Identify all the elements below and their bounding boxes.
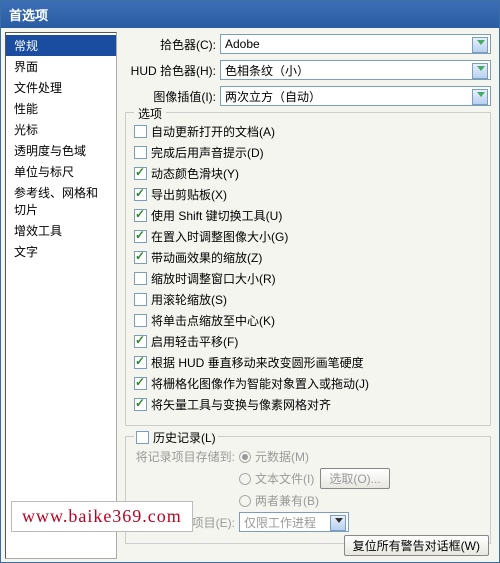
color-picker-label: 拾色器(C): xyxy=(125,36,220,53)
option-checkbox-10[interactable] xyxy=(134,335,147,348)
history-edit-select: 仅限工作进程 xyxy=(239,512,349,532)
sidebar-item-file-handling[interactable]: 文件处理 xyxy=(6,77,116,98)
image-interp-select[interactable]: 两次立方（自动） xyxy=(220,86,491,106)
radio-both-label: 两者兼有(B) xyxy=(255,492,319,509)
sidebar-item-performance[interactable]: 性能 xyxy=(6,98,116,119)
color-picker-value: Adobe xyxy=(225,37,260,51)
history-edit-value: 仅限工作进程 xyxy=(244,514,316,531)
option-label-12: 将栅格化图像作为智能对象置入或拖动(J) xyxy=(151,375,369,392)
option-label-3: 导出剪贴板(X) xyxy=(151,186,227,203)
option-label-2: 动态颜色滑块(Y) xyxy=(151,165,239,182)
history-save-label: 将记录项目存储到: xyxy=(134,448,239,465)
chevron-down-icon xyxy=(477,92,485,97)
color-picker-select[interactable]: Adobe xyxy=(220,34,491,54)
sidebar-item-general[interactable]: 常规 xyxy=(6,35,116,56)
category-sidebar: 常规 界面 文件处理 性能 光标 透明度与色域 单位与标尺 参考线、网格和切片 … xyxy=(5,32,117,559)
radio-textfile-label: 文本文件(I) xyxy=(255,470,314,487)
image-interp-value: 两次立方（自动） xyxy=(225,88,321,105)
chevron-down-icon xyxy=(335,518,343,523)
option-label-11: 根据 HUD 垂直移动来改变圆形画笔硬度 xyxy=(151,354,364,371)
history-legend-label: 历史记录(L) xyxy=(153,429,216,446)
option-label-7: 缩放时调整窗口大小(R) xyxy=(151,270,276,287)
option-checkbox-4[interactable] xyxy=(134,209,147,222)
sidebar-item-type[interactable]: 文字 xyxy=(6,241,116,262)
options-fieldset: 选项 自动更新打开的文档(A)完成后用声音提示(D)动态颜色滑块(Y)导出剪贴板… xyxy=(125,112,491,426)
image-interp-label: 图像插值(I): xyxy=(125,88,220,105)
radio-metadata-label: 元数据(M) xyxy=(255,448,309,465)
option-checkbox-13[interactable] xyxy=(134,398,147,411)
radio-metadata xyxy=(239,451,251,463)
option-checkbox-3[interactable] xyxy=(134,188,147,201)
option-checkbox-2[interactable] xyxy=(134,167,147,180)
reset-warnings-button[interactable]: 复位所有警告对话框(W) xyxy=(344,535,489,556)
option-label-0: 自动更新打开的文档(A) xyxy=(151,123,275,140)
options-legend: 选项 xyxy=(134,105,166,122)
choose-button: 选取(O)... xyxy=(320,468,389,489)
option-label-8: 用滚轮缩放(S) xyxy=(151,291,227,308)
option-checkbox-1[interactable] xyxy=(134,146,147,159)
title-bar: 首选项 xyxy=(1,1,499,28)
option-checkbox-7[interactable] xyxy=(134,272,147,285)
watermark: www.baike369.com xyxy=(11,501,193,532)
option-checkbox-9[interactable] xyxy=(134,314,147,327)
option-checkbox-8[interactable] xyxy=(134,293,147,306)
sidebar-item-cursors[interactable]: 光标 xyxy=(6,119,116,140)
hud-picker-select[interactable]: 色相条纹（小） xyxy=(220,60,491,80)
sidebar-item-interface[interactable]: 界面 xyxy=(6,56,116,77)
radio-textfile xyxy=(239,473,251,485)
option-checkbox-5[interactable] xyxy=(134,230,147,243)
chevron-down-icon xyxy=(477,40,485,45)
option-label-6: 带动画效果的缩放(Z) xyxy=(151,249,262,266)
chevron-down-icon xyxy=(477,66,485,71)
option-label-9: 将单击点缩放至中心(K) xyxy=(151,312,275,329)
radio-both xyxy=(239,495,251,507)
hud-picker-value: 色相条纹（小） xyxy=(225,62,309,79)
option-checkbox-6[interactable] xyxy=(134,251,147,264)
sidebar-item-guides[interactable]: 参考线、网格和切片 xyxy=(6,182,116,220)
option-label-13: 将矢量工具与变换与像素网格对齐 xyxy=(151,396,331,413)
option-checkbox-11[interactable] xyxy=(134,356,147,369)
hud-picker-label: HUD 拾色器(H): xyxy=(125,62,220,79)
sidebar-item-units[interactable]: 单位与标尺 xyxy=(6,161,116,182)
option-label-4: 使用 Shift 键切换工具(U) xyxy=(151,207,282,224)
history-checkbox[interactable] xyxy=(136,431,149,444)
option-label-5: 在置入时调整图像大小(G) xyxy=(151,228,288,245)
option-checkbox-12[interactable] xyxy=(134,377,147,390)
option-checkbox-0[interactable] xyxy=(134,125,147,138)
sidebar-item-transparency[interactable]: 透明度与色域 xyxy=(6,140,116,161)
option-label-10: 启用轻击平移(F) xyxy=(151,333,238,350)
sidebar-item-plugins[interactable]: 增效工具 xyxy=(6,220,116,241)
option-label-1: 完成后用声音提示(D) xyxy=(151,144,264,161)
